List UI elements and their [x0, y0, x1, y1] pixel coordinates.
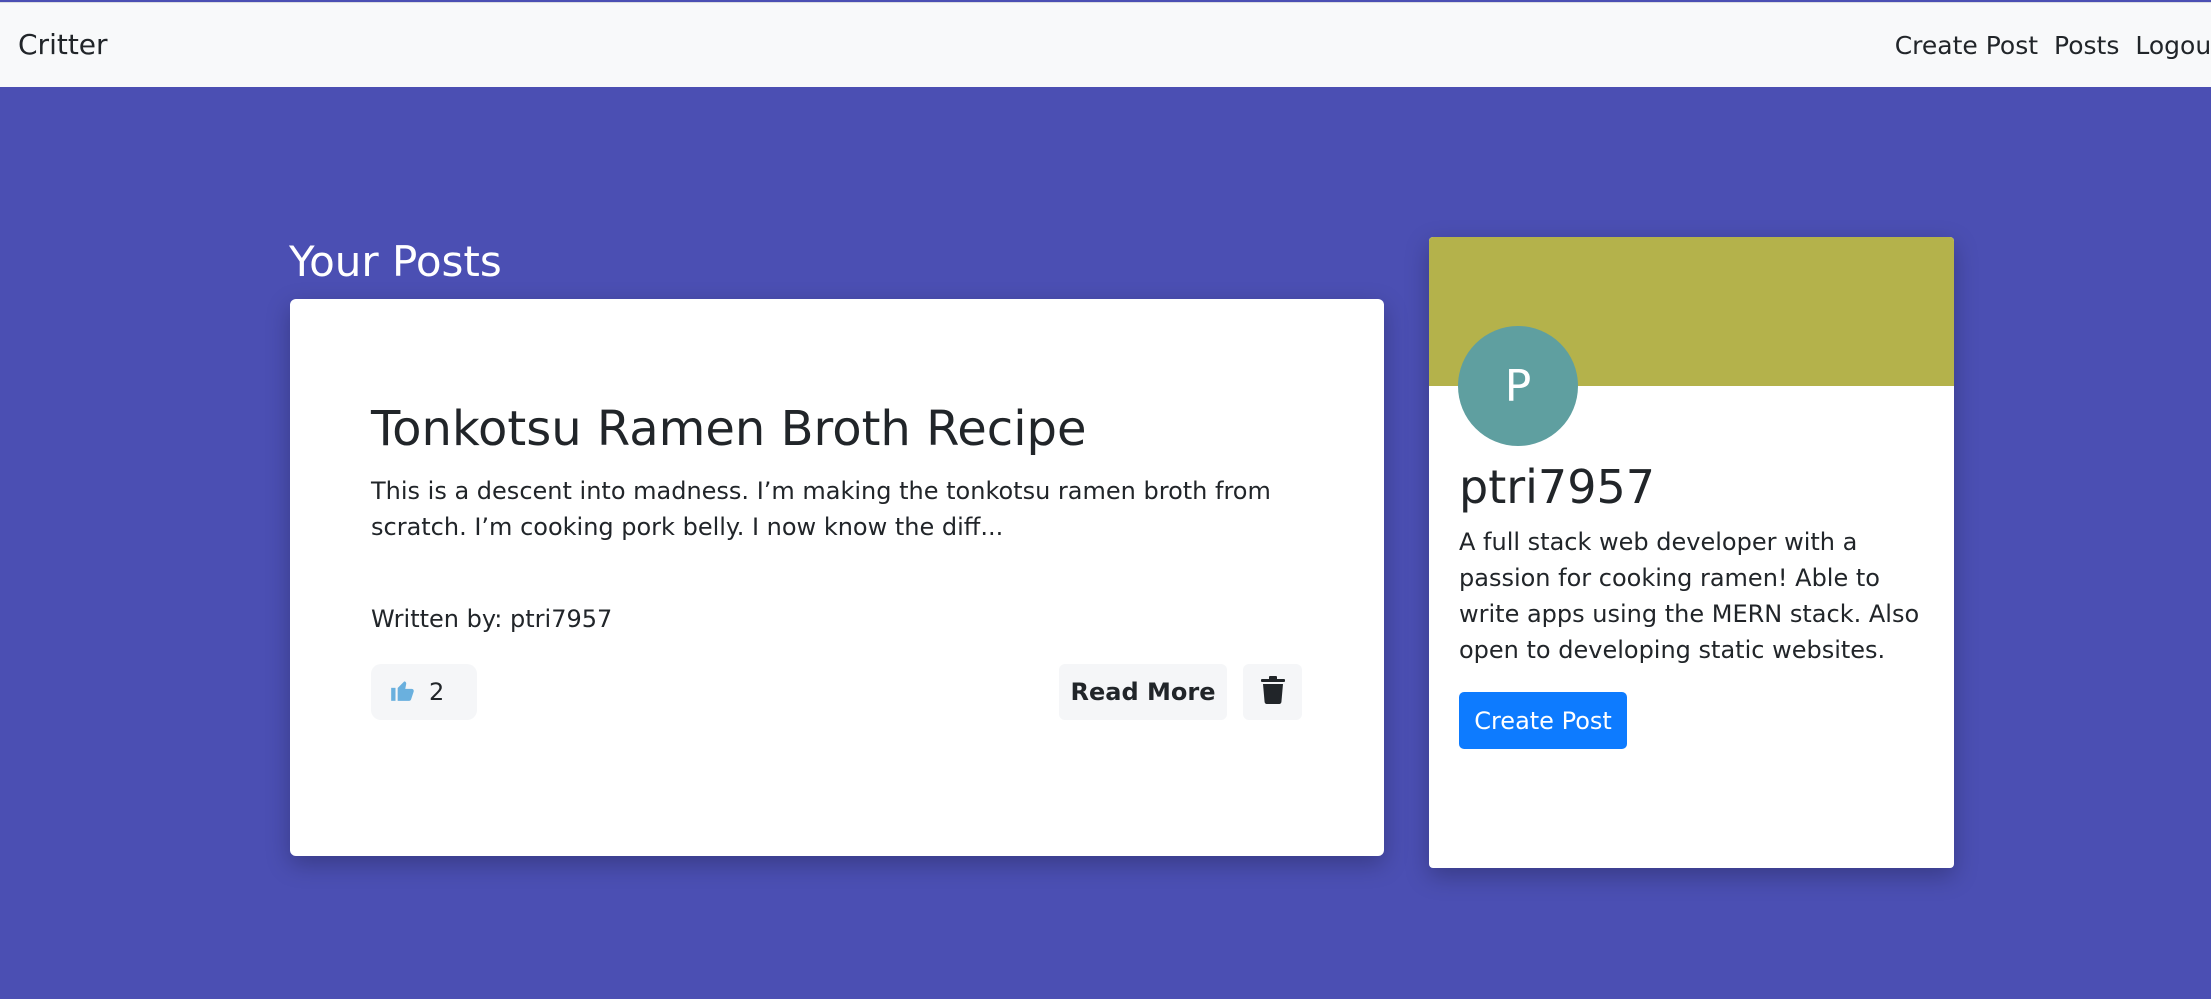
nav-logout-link[interactable]: Logout — [2135, 31, 2211, 60]
top-navbar: Critter Create Post Posts Logout — [0, 2, 2211, 87]
like-button[interactable]: 2 — [371, 664, 477, 720]
brand-logo[interactable]: Critter — [18, 3, 108, 87]
nav-create-post-link[interactable]: Create Post — [1895, 31, 2038, 60]
profile-username: ptri7957 — [1459, 460, 1655, 514]
page-title: Your Posts — [289, 237, 502, 286]
nav-posts-link[interactable]: Posts — [2054, 31, 2119, 60]
like-count: 2 — [429, 678, 445, 706]
trash-icon — [1260, 676, 1285, 708]
profile-card: P ptri7957 A full stack web developer wi… — [1429, 237, 1954, 868]
profile-bio: A full stack web developer with a passio… — [1459, 528, 1920, 664]
post-author: Written by: ptri7957 — [371, 605, 613, 633]
create-post-button[interactable]: Create Post — [1459, 692, 1627, 749]
post-excerpt: This is a descent into madness. I’m maki… — [371, 477, 1271, 541]
thumbs-up-icon — [389, 677, 415, 707]
read-more-button[interactable]: Read More — [1059, 664, 1227, 720]
post-title: Tonkotsu Ramen Broth Recipe — [371, 401, 1087, 457]
post-card: Tonkotsu Ramen Broth Recipe This is a de… — [290, 299, 1384, 856]
nav-links: Create Post Posts Logout — [1895, 3, 2211, 87]
delete-button[interactable] — [1243, 664, 1302, 720]
avatar: P — [1458, 326, 1578, 446]
